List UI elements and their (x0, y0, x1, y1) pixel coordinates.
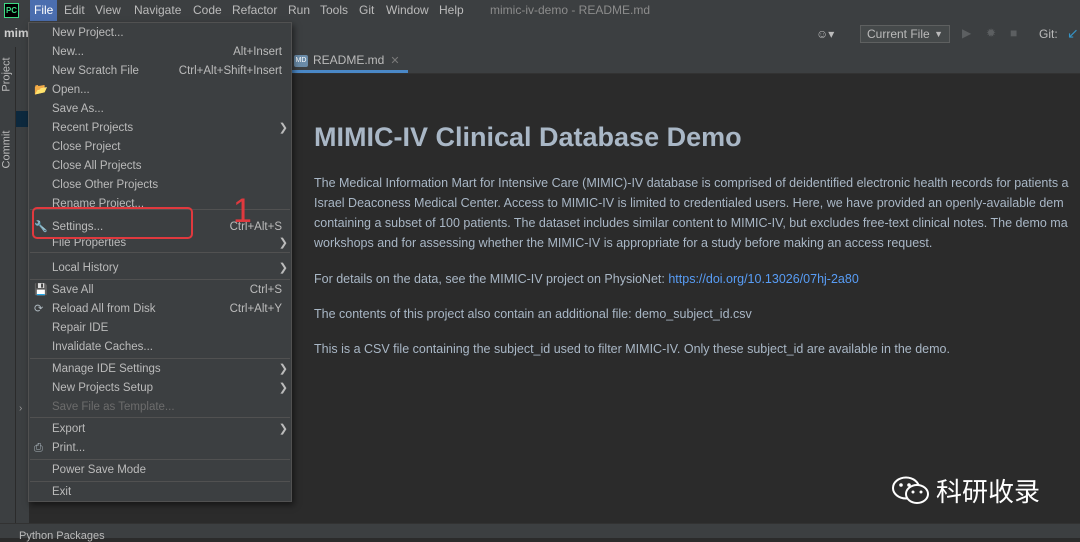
editor-tab-row: MD README.md ✕ (288, 47, 1080, 74)
annotation-number: 1 (233, 192, 252, 230)
menu-run[interactable]: Run (284, 0, 314, 21)
menu-item-new-projects-setup[interactable]: New Projects Setup ❯ (29, 379, 291, 398)
chevron-down-icon: ▼ (934, 29, 943, 39)
markdown-file-icon: MD (294, 54, 308, 67)
menu-view[interactable]: View (91, 0, 125, 21)
stop-icon[interactable]: ■ (1010, 26, 1017, 40)
menu-item-power-save-mode[interactable]: Power Save Mode (29, 461, 291, 480)
intro-line-2: Israel Deaconess Medical Center. Access … (314, 196, 1064, 210)
watermark-text: 科研收录 (936, 478, 1041, 508)
close-icon[interactable]: ✕ (390, 55, 399, 67)
menu-item-repair-ide[interactable]: Repair IDE (29, 319, 291, 338)
menu-item-reload-all[interactable]: ⟳ Reload All from Disk Ctrl+Alt+Y (29, 300, 291, 319)
folder-icon: 📂 (34, 84, 48, 96)
menu-item-new-scratch-file[interactable]: New Scratch File Ctrl+Alt+Shift+Insert (29, 62, 291, 81)
debug-icon[interactable]: ✹ (986, 26, 996, 40)
intro-line-1: The Medical Information Mart for Intensi… (314, 176, 1069, 190)
user-account-icon[interactable]: ☺▾ (816, 27, 834, 41)
doi-link[interactable]: https://doi.org/10.13026/07hj-2a80 (668, 272, 858, 286)
readme-heading: MIMIC-IV Clinical Database Demo (314, 122, 742, 152)
pycharm-logo-icon: PC (4, 3, 19, 18)
menu-refactor[interactable]: Refactor (228, 0, 281, 21)
wechat-icon (892, 476, 929, 504)
commit-tab-label: Commit (0, 130, 13, 169)
menu-item-new-project[interactable]: New Project... (29, 24, 291, 43)
menu-window[interactable]: Window (382, 0, 433, 21)
menu-item-close-project[interactable]: Close Project (29, 138, 291, 157)
save-icon: 💾 (34, 284, 48, 296)
watermark: 科研收录 (892, 472, 1040, 509)
menu-item-export[interactable]: Export ❯ (29, 420, 291, 439)
details-text: For details on the data, see the MIMIC-I… (314, 272, 669, 286)
menu-bar: PC File Edit View Navigate Code Refactor… (0, 0, 1080, 23)
menu-item-save-file-as-template: Save File as Template... (52, 401, 175, 413)
menu-separator (30, 252, 290, 253)
commit-tool-tab[interactable]: Commit (0, 119, 15, 181)
menu-separator (30, 279, 290, 280)
menu-separator (30, 481, 290, 482)
readme-tab[interactable]: MD README.md ✕ (290, 47, 408, 73)
menu-edit[interactable]: Edit (60, 0, 89, 21)
menu-item-print[interactable]: ⎙ Print... (29, 439, 291, 458)
menu-item-invalidate-caches[interactable]: Invalidate Caches... (29, 338, 291, 357)
settings-highlight-box (32, 207, 193, 239)
menu-tools[interactable]: Tools (316, 0, 352, 21)
run-configuration-dropdown[interactable]: Current File ▼ (860, 25, 950, 43)
submenu-arrow-icon: ❯ (278, 363, 288, 375)
project-breadcrumb[interactable]: mim (4, 26, 29, 40)
readme-tab-label: README.md (313, 53, 385, 67)
reload-icon: ⟳ (34, 303, 44, 315)
expand-arrow-icon[interactable]: › (19, 403, 22, 414)
menu-item-save-as[interactable]: Save As... (29, 100, 291, 119)
menu-file[interactable]: File (30, 0, 58, 21)
submenu-arrow-icon: ❯ (278, 237, 288, 249)
python-packages-tab[interactable]: Python Packages (19, 530, 105, 542)
menu-separator (30, 459, 290, 460)
submenu-arrow-icon: ❯ (278, 382, 288, 394)
menu-item-manage-ide-settings[interactable]: Manage IDE Settings ❯ (29, 360, 291, 379)
menu-code[interactable]: Code (189, 0, 226, 21)
menu-item-close-all-projects[interactable]: Close All Projects (29, 157, 291, 176)
intro-line-3: containing a subset of 100 patients. The… (314, 216, 1068, 230)
markdown-preview: MIMIC-IV Clinical Database Demo The Medi… (288, 74, 1080, 523)
menu-item-new[interactable]: New... Alt+Insert (29, 43, 291, 62)
contents-paragraph: The contents of this project also contai… (314, 307, 752, 321)
submenu-arrow-icon: ❯ (278, 122, 288, 134)
run-icon[interactable]: ▶ (962, 26, 971, 40)
run-configuration-label: Current File (867, 27, 930, 41)
menu-git[interactable]: Git (355, 0, 378, 21)
menu-separator (30, 417, 290, 418)
intro-line-4: workshops and for assessing whether the … (314, 236, 933, 250)
menu-item-recent-projects[interactable]: Recent Projects ❯ (29, 119, 291, 138)
details-paragraph: For details on the data, see the MIMIC-I… (314, 269, 1080, 289)
git-label: Git: (1039, 27, 1058, 41)
bottom-tool-bar: Python Packages (0, 523, 1080, 542)
left-tool-strip: Project Commit (0, 47, 16, 527)
menu-item-save-all[interactable]: 💾 Save All Ctrl+S (29, 281, 291, 300)
submenu-arrow-icon: ❯ (278, 262, 288, 274)
menu-item-exit[interactable]: Exit (29, 483, 291, 502)
project-tool-tab[interactable]: Project (0, 44, 15, 106)
project-tab-label: Project (0, 57, 13, 92)
menu-item-local-history[interactable]: Local History ❯ (29, 259, 291, 278)
submenu-arrow-icon: ❯ (278, 423, 288, 435)
menu-help[interactable]: Help (435, 0, 468, 21)
menu-item-open[interactable]: 📂 Open... (29, 81, 291, 100)
git-update-icon[interactable]: ↙ (1067, 25, 1079, 42)
file-menu-dropdown: New Project... New... Alt+Insert New Scra… (28, 22, 292, 502)
print-icon: ⎙ (34, 442, 43, 454)
window-title: mimic-iv-demo - README.md (490, 3, 651, 17)
csv-paragraph: This is a CSV file containing the subjec… (314, 342, 950, 356)
menu-navigate[interactable]: Navigate (130, 0, 185, 21)
menu-separator (30, 358, 290, 359)
